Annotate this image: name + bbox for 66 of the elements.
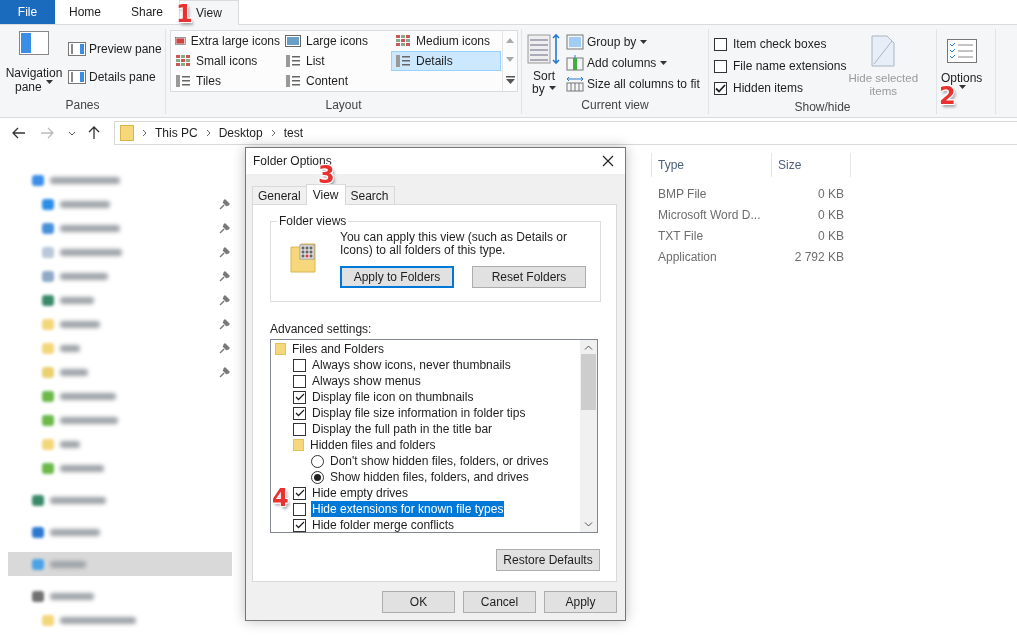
layout-option[interactable]: Details xyxy=(391,51,501,71)
table-cell-text: 0 KB xyxy=(817,207,845,222)
dialog-button[interactable]: Apply xyxy=(544,591,617,613)
breadcrumb[interactable]: This PC xyxy=(155,126,198,140)
option-label[interactable]: Show hidden files, folders, and drives xyxy=(329,469,530,485)
column-button[interactable]: Add columns xyxy=(566,54,700,72)
ribbon-tab[interactable]: Home xyxy=(55,0,115,24)
layout-option[interactable]: Medium icons xyxy=(391,31,501,51)
column-header[interactable]: Size xyxy=(771,153,851,177)
dialog-button[interactable]: OK xyxy=(382,591,455,613)
section-label: Advanced settings: xyxy=(270,322,373,336)
restore-defaults-button[interactable]: Restore Defaults xyxy=(496,549,600,571)
layout-option[interactable]: Extra large icons xyxy=(171,31,281,51)
pane-button[interactable]: Details pane xyxy=(68,68,162,86)
option-label[interactable]: Hide empty drives xyxy=(311,485,410,501)
option-label[interactable]: Hide extensions for known file types xyxy=(311,501,505,517)
step-number: 1 xyxy=(176,0,193,28)
table-cell-text: TXT File xyxy=(657,228,705,243)
description-text: You can apply this view (such as Details or Icons) to all folders of this type. xyxy=(340,231,568,257)
breadcrumb[interactable]: test xyxy=(283,126,304,140)
layout-option[interactable]: Large icons xyxy=(281,31,391,51)
step-number: 4 xyxy=(272,484,289,512)
option-label[interactable]: Display file icon on thumbnails xyxy=(311,389,475,405)
table-cell-text: BMP File xyxy=(657,186,708,201)
sort-by-button[interactable]: Sort by xyxy=(526,29,562,96)
table-cell-text: Microsoft Word D... xyxy=(657,207,762,222)
navigation-pane-button[interactable]: Navigation pane xyxy=(0,29,68,96)
ribbon-tab[interactable]: Share xyxy=(117,0,178,24)
folder-view-button[interactable]: Apply to Folders xyxy=(340,266,454,288)
option-label[interactable]: Display file size information in folder tips xyxy=(311,405,527,421)
breadcrumb[interactable]: Desktop xyxy=(218,126,263,140)
table-cell-text: 2 792 KB xyxy=(793,249,845,264)
group-label: Layout xyxy=(324,97,363,114)
checkbox-option[interactable]: Hidden items xyxy=(714,81,847,95)
option-label[interactable]: Hide folder merge conflicts xyxy=(311,517,456,532)
group-label: Panes xyxy=(64,97,101,114)
dialog-tab[interactable]: General xyxy=(252,186,307,204)
option-label[interactable]: Always show menus xyxy=(311,373,422,389)
layout-option[interactable]: Small icons xyxy=(171,51,281,71)
option-label[interactable]: Always show icons, never thumbnails xyxy=(311,357,512,373)
pane-button[interactable]: Preview pane xyxy=(68,40,162,58)
checkbox-option[interactable]: File name extensions xyxy=(714,59,847,73)
category-label: Hidden files and folders xyxy=(309,437,437,453)
group-title: Folder views xyxy=(277,214,349,228)
dialog-button[interactable]: Cancel xyxy=(463,591,536,613)
group-label: Current view xyxy=(580,97,650,114)
address-bar[interactable]: This PC Desktop test xyxy=(114,121,1017,145)
ribbon-tab[interactable]: File xyxy=(0,0,55,24)
step-number: 2 xyxy=(939,82,956,110)
table-cell-text: 0 KB xyxy=(817,228,845,243)
option-label[interactable]: Display the full path in the title bar xyxy=(311,421,494,437)
category-label: Files and Folders xyxy=(291,341,386,357)
layout-option[interactable]: Content xyxy=(281,71,391,91)
column-button[interactable]: Size all columns to fit xyxy=(566,75,700,93)
option-label[interactable]: Don't show hidden files, folders, or drives xyxy=(329,453,550,469)
layout-option[interactable]: List xyxy=(281,51,391,71)
table-cell-text: Application xyxy=(657,249,718,264)
dialog-tab[interactable]: Search xyxy=(344,186,395,204)
table-cell-text: 0 KB xyxy=(817,186,845,201)
dialog-tab[interactable]: View xyxy=(305,184,346,205)
folder-view-button[interactable]: Reset Folders xyxy=(472,266,586,288)
group-label: Show/hide xyxy=(793,99,852,116)
layout-option[interactable]: Tiles xyxy=(171,71,281,91)
checkbox-option[interactable]: Item check boxes xyxy=(714,37,847,51)
column-button[interactable]: Group by xyxy=(566,33,700,51)
column-header[interactable]: Type xyxy=(651,153,771,177)
